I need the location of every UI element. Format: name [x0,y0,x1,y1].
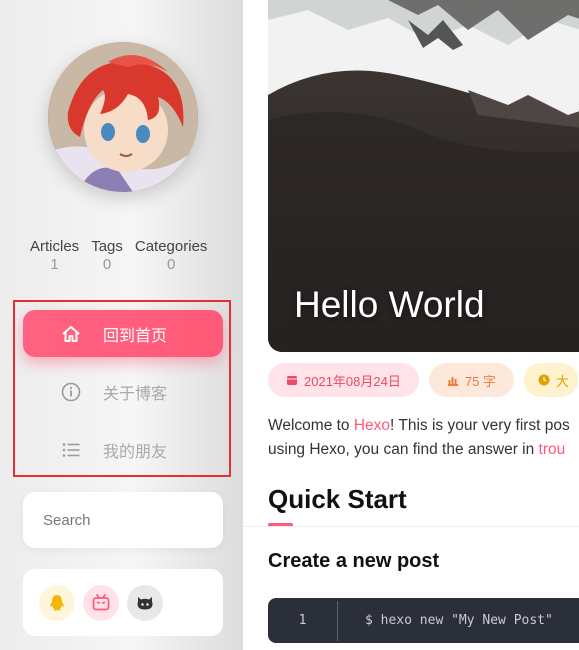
chart-icon [447,377,458,386]
hexo-link[interactable]: Hexo [354,417,390,434]
intro-text: ! This is your very first pos [390,417,570,434]
troubleshooting-link[interactable]: trou [539,441,566,458]
site-stats: Articles 1 Tags 0 Categories 0 [30,238,207,273]
calendar-icon [287,376,297,385]
code-line: $ hexo new "My New Post" [365,613,553,628]
nav-item-home[interactable]: 回到首页 [23,310,223,357]
wordcount-text: 75 字 [464,373,496,389]
readtime-text: 大 [555,373,569,389]
list-icon [61,440,81,460]
stat-count: 0 [102,256,112,273]
readtime-badge: 大 [523,363,578,397]
nav-label: 关于博客 [103,385,168,403]
intro-text: Welcome to [268,417,354,434]
intro-line-2: using Hexo, you can find the answer in t… [268,438,570,462]
stat-count: 1 [50,256,59,273]
intro-line-1: Welcome to Hexo! This is your very first… [268,414,570,438]
avatar[interactable] [48,42,198,192]
nav-label: 回到首页 [103,327,168,345]
stat-label: Categories [134,238,208,255]
stat-articles[interactable]: Articles 1 [30,238,79,273]
code-line-number: 1 [268,600,338,641]
post-intro: Welcome to Hexo! This is your very first… [268,414,570,462]
clock-icon [538,374,550,386]
nav-item-friends[interactable]: 我的朋友 [23,426,223,473]
social-links [23,569,223,636]
wordcount-badge: 75 字 [428,363,514,397]
post-meta: 2021年08月24日 75 字 大 [268,363,578,397]
qq-icon [50,594,64,610]
code-block[interactable]: 1 $ hexo new "My New Post" [268,598,579,643]
main-content: Hello World 2021年08月24日 75 字 大 Welcome t… [243,0,579,650]
home-icon [61,324,81,344]
nav-label: 我的朋友 [103,443,168,461]
subsection-heading: Create a new post [268,550,440,572]
section-heading: Quick Start [268,484,407,514]
stat-label: Tags [91,238,123,255]
stat-count: 0 [166,256,176,273]
bilibili-button[interactable] [83,584,119,621]
intro-text: using Hexo, you can find the answer in [268,441,539,458]
avatar-illustration [48,42,198,192]
post-title[interactable]: Hello World [294,284,485,326]
github-icon [137,596,153,609]
stat-tags[interactable]: Tags 0 [91,238,123,273]
sidebar: Articles 1 Tags 0 Categories 0 回到首页 关于博客… [0,0,243,650]
post-cover[interactable]: Hello World [268,0,579,352]
search-input[interactable]: Search [23,492,223,548]
bilibili-icon [92,593,110,610]
search-placeholder: Search [43,511,91,529]
date-text: 2021年08月24日 [304,373,401,389]
date-badge: 2021年08月24日 [268,363,419,397]
info-icon [61,382,81,402]
qq-button[interactable] [39,584,75,621]
stat-label: Articles [30,238,80,255]
github-button[interactable] [127,584,163,621]
section-divider [243,526,579,527]
nav-item-about[interactable]: 关于博客 [23,368,223,415]
stat-categories[interactable]: Categories 0 [135,238,208,273]
